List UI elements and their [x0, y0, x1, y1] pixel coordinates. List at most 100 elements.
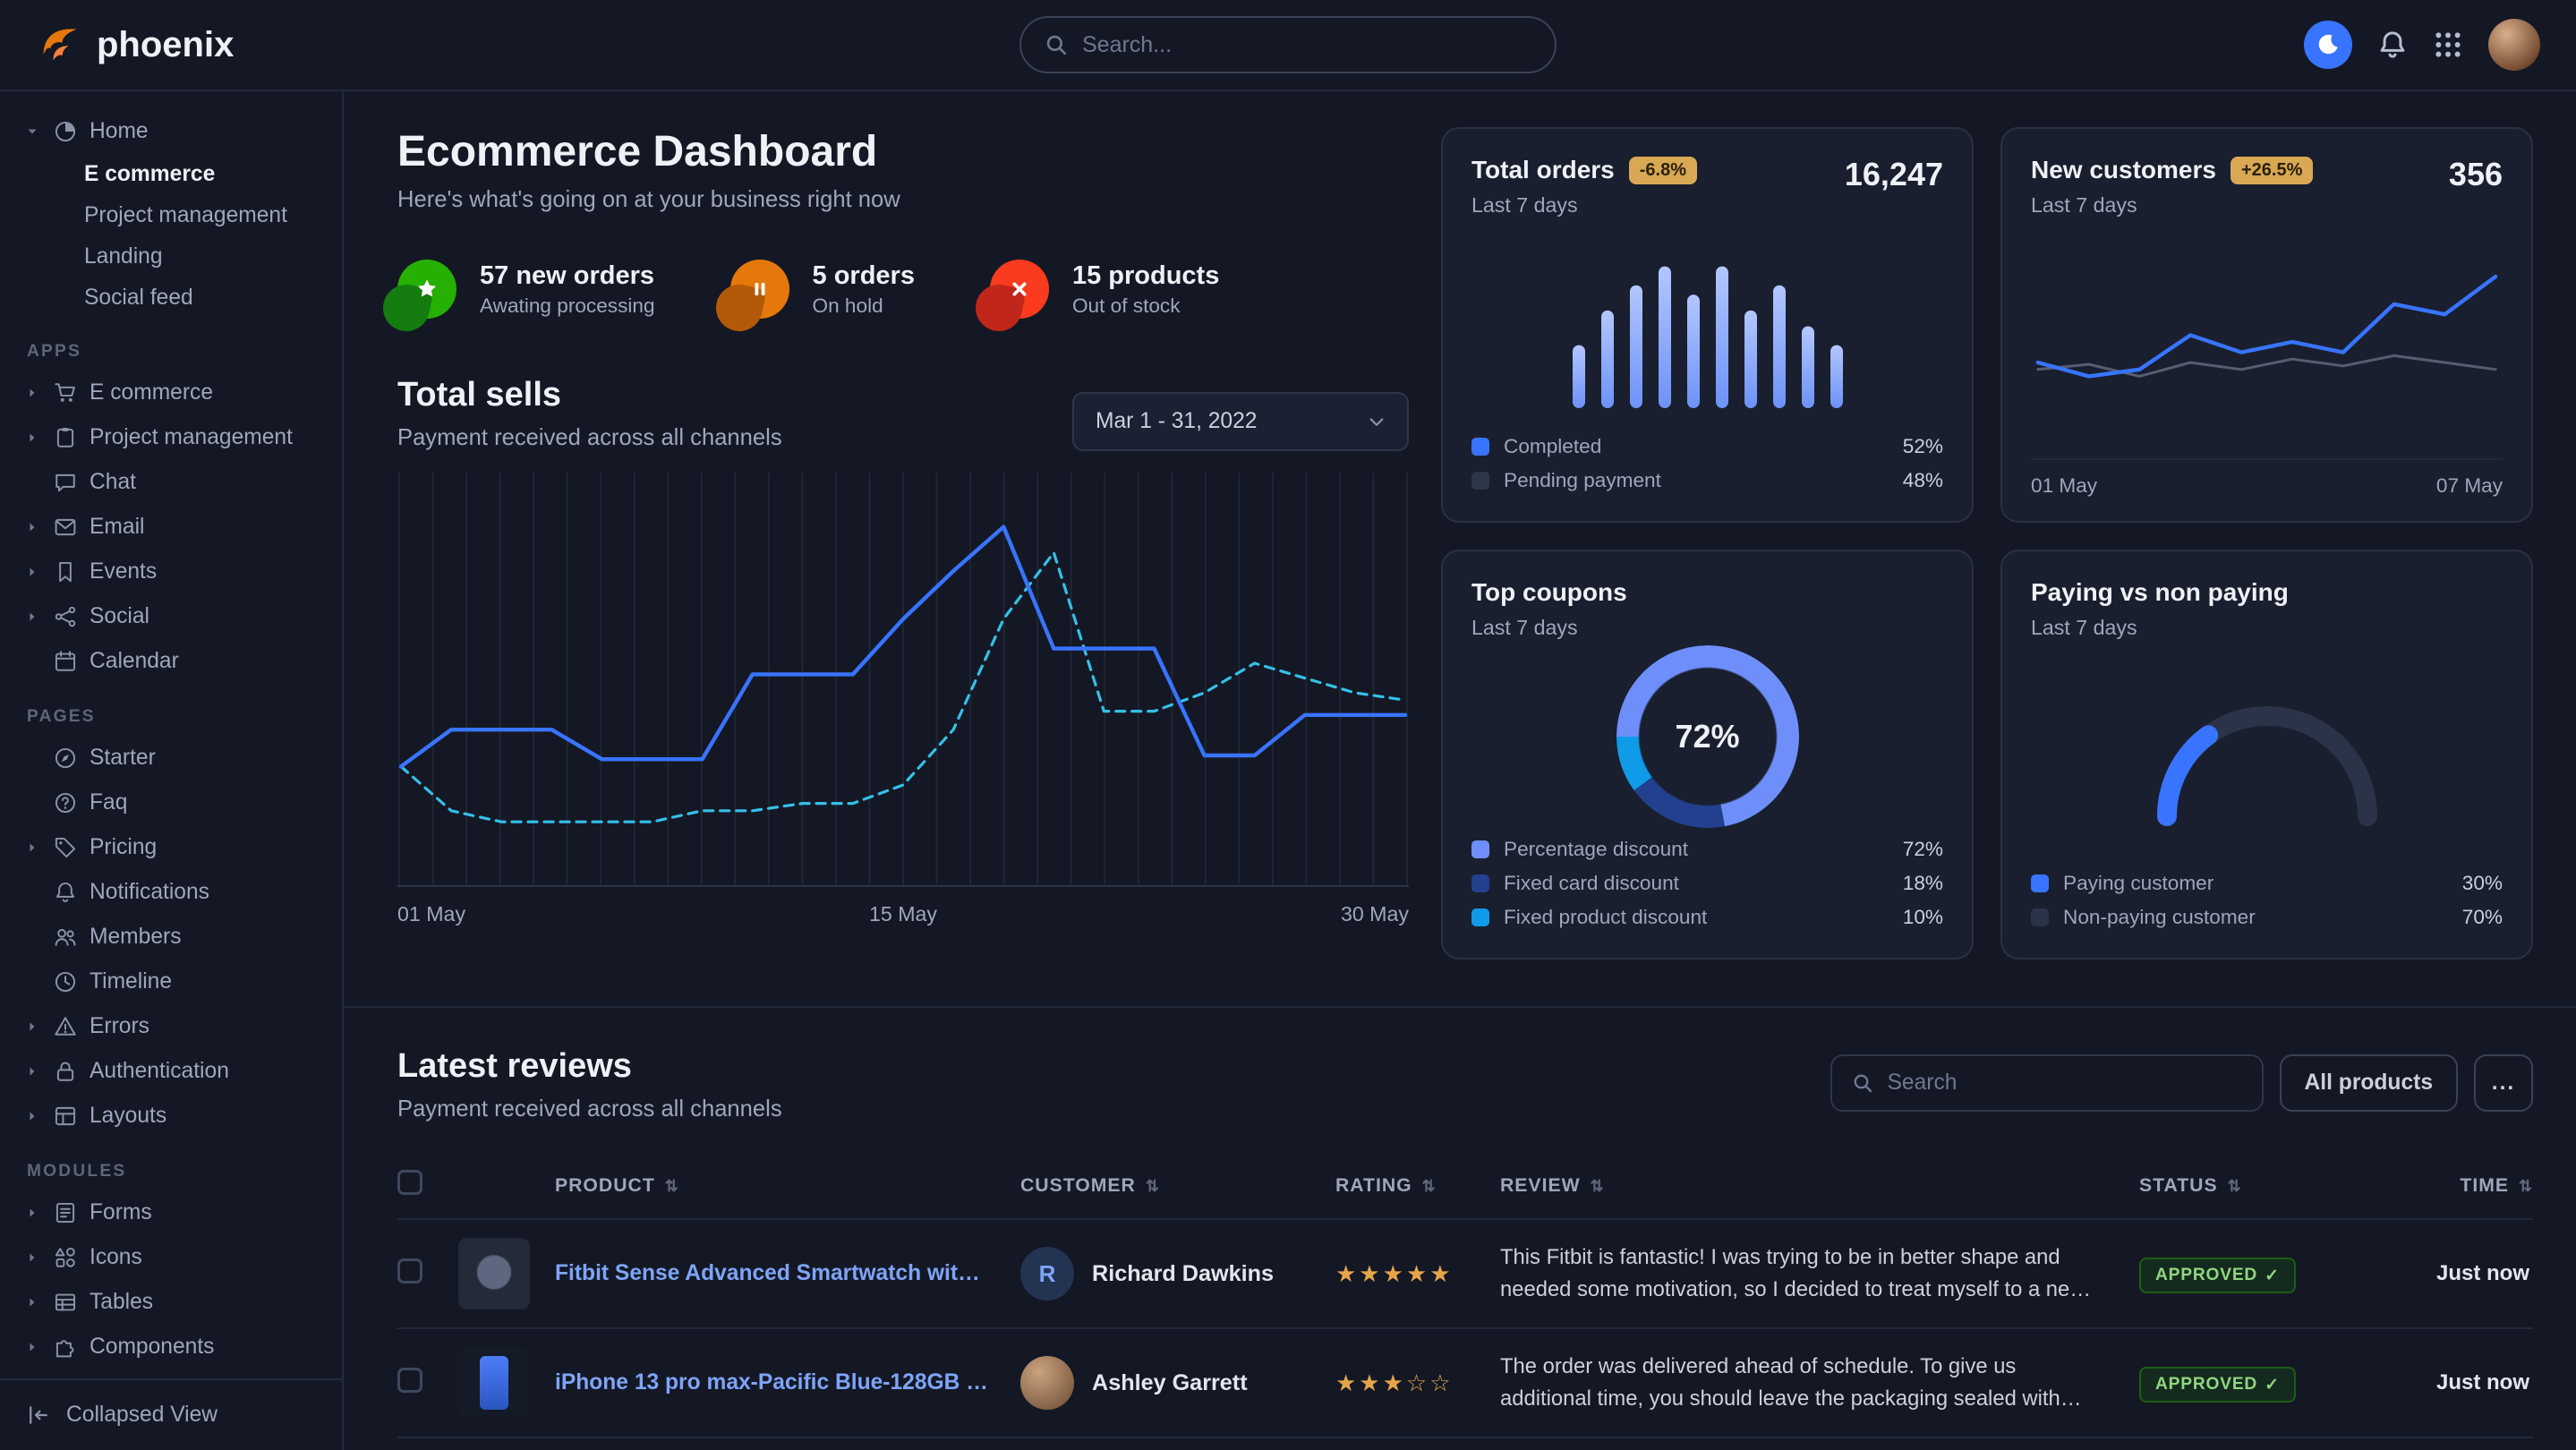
column-header-rating[interactable]: RATING ⇅ [1335, 1175, 1500, 1197]
pie-icon [54, 120, 77, 143]
caret-right-icon [25, 520, 41, 534]
review-text: This Fitbit is fantastic! I was trying t… [1500, 1241, 2139, 1305]
new-customers-line-chart [2031, 218, 2503, 458]
sidebar-item-starter[interactable]: Starter [25, 736, 324, 780]
date-range-select[interactable]: Mar 1 - 31, 2022 [1072, 392, 1409, 451]
legend-label: Non-paying customer [2063, 906, 2256, 929]
sidebar-item-email[interactable]: Email [25, 505, 324, 550]
sidebar-item-forms[interactable]: Forms [25, 1190, 324, 1235]
topbar-actions [2304, 19, 2540, 71]
sidebar-item-members[interactable]: Members [25, 915, 324, 960]
collapse-sidebar-button[interactable]: Collapsed View [0, 1378, 342, 1450]
card-period: Last 7 days [1471, 193, 1697, 218]
card-title: Top coupons [1471, 578, 1627, 607]
sidebar-item-social-feed[interactable]: Social feed [25, 277, 324, 319]
pause-icon [730, 260, 789, 319]
legend-label: Pending payment [1504, 469, 1661, 492]
grid-icon [2433, 30, 2463, 60]
sidebar-item-icons[interactable]: Icons [25, 1235, 324, 1280]
reviews-search-input[interactable] [1888, 1070, 2242, 1096]
sidebar-item-timeline[interactable]: Timeline [25, 960, 324, 1004]
column-header-time[interactable]: TIME ⇅ [2383, 1175, 2533, 1197]
x-icon [990, 260, 1049, 319]
row-checkbox[interactable] [397, 1258, 422, 1284]
chevron-down-icon [1368, 413, 1386, 431]
notifications-button[interactable] [2377, 30, 2408, 60]
sidebar-item-errors[interactable]: Errors [25, 1004, 324, 1049]
legend-item: Fixed card discount18% [1471, 866, 1943, 900]
x-axis-label: 01 May [2031, 474, 2097, 498]
column-header-customer[interactable]: CUSTOMER ⇅ [1020, 1175, 1335, 1197]
card-title: Total orders [1471, 156, 1615, 184]
review-time: Just now [2383, 1261, 2533, 1286]
legend-swatch [2031, 874, 2049, 892]
all-products-button[interactable]: All products [2280, 1054, 2458, 1112]
mail-icon [54, 516, 77, 539]
brand-name: phoenix [97, 25, 234, 65]
customer-cell: RRichard Dawkins [1020, 1247, 1335, 1301]
sidebar-section-modules: MODULES [27, 1162, 324, 1181]
sidebar-item-authentication[interactable]: Authentication [25, 1049, 324, 1094]
legend-swatch [1471, 908, 1489, 926]
sidebar-item-pricing[interactable]: Pricing [25, 825, 324, 870]
sidebar-item-components[interactable]: Components [25, 1325, 324, 1369]
apps-grid-button[interactable] [2433, 30, 2463, 60]
search-input[interactable] [1082, 32, 1531, 58]
caret-right-icon [25, 1340, 41, 1354]
page-title: Ecommerce Dashboard [397, 127, 1409, 176]
sidebar-item-notifications[interactable]: Notifications [25, 870, 324, 915]
sidebar-item-faq[interactable]: Faq [25, 780, 324, 825]
column-header-status[interactable]: STATUS ⇅ [2139, 1175, 2383, 1197]
sidebar-item-e-commerce[interactable]: E commerce [25, 371, 324, 415]
sidebar-item-social[interactable]: Social [25, 594, 324, 639]
column-header-review[interactable]: REVIEW ⇅ [1500, 1175, 2139, 1197]
legend-label: Percentage discount [1504, 838, 1688, 861]
legend-swatch [1471, 840, 1489, 858]
topbar: phoenix [0, 0, 2576, 91]
sidebar-item-project-management[interactable]: Project management [25, 195, 324, 236]
legend-label: Fixed product discount [1504, 906, 1707, 929]
legend-item: Percentage discount72% [1471, 832, 1943, 866]
sidebar-item-e-commerce[interactable]: E commerce [25, 154, 324, 195]
theme-toggle-button[interactable] [2304, 21, 2352, 69]
paying-gauge-chart [2031, 640, 2503, 866]
sidebar-item-project-management[interactable]: Project management [25, 415, 324, 460]
product-link[interactable]: iPhone 13 pro max-Pacific Blue-128GB sto… [555, 1370, 1020, 1395]
shapes-icon [54, 1246, 77, 1269]
sidebar-item-tables[interactable]: Tables [25, 1280, 324, 1325]
user-avatar[interactable] [2488, 19, 2540, 71]
sidebar-item-calendar[interactable]: Calendar [25, 639, 324, 684]
sidebar-item-home[interactable]: Home [25, 109, 324, 154]
page-subtitle: Here's what's going on at your business … [397, 187, 1409, 213]
product-image [458, 1238, 530, 1309]
legend-item: Pending payment48% [1471, 464, 1943, 498]
chat-icon [54, 471, 77, 494]
sidebar-section-apps: APPS [27, 342, 324, 362]
legend-item: Fixed product discount10% [1471, 900, 1943, 934]
stat-caption: Awating processing [480, 294, 655, 318]
product-link[interactable]: Fitbit Sense Advanced Smartwatch with To… [555, 1261, 1020, 1286]
table-row [397, 1437, 2533, 1450]
card-value: 16,247 [1845, 156, 1943, 193]
customer-avatar: R [1020, 1247, 1074, 1301]
table-header: PRODUCT ⇅CUSTOMER ⇅RATING ⇅REVIEW ⇅STATU… [397, 1158, 2533, 1218]
more-options-button[interactable]: ... [2474, 1054, 2533, 1112]
card-title: Paying vs non paying [2031, 578, 2289, 607]
customer-name: Ashley Garrett [1092, 1370, 1248, 1396]
total-sells-title: Total sells [397, 376, 782, 414]
review-text: The order was delivered ahead of schedul… [1500, 1351, 2139, 1414]
sidebar-item-chat[interactable]: Chat [25, 460, 324, 505]
brand[interactable]: phoenix [36, 21, 234, 68]
topbar-search [1019, 16, 1557, 73]
column-header-product[interactable]: PRODUCT ⇅ [555, 1175, 1020, 1197]
select-all-checkbox[interactable] [397, 1170, 422, 1195]
sidebar-item-layouts[interactable]: Layouts [25, 1094, 324, 1139]
status-badge: APPROVED ✓ [2139, 1258, 2296, 1293]
sidebar-item-landing[interactable]: Landing [25, 236, 324, 277]
stat-value: 57 new orders [480, 261, 655, 291]
main-content: Ecommerce Dashboard Here's what's going … [344, 91, 2576, 1450]
legend-item: Paying customer30% [2031, 866, 2503, 900]
sidebar-item-events[interactable]: Events [25, 550, 324, 594]
row-checkbox[interactable] [397, 1368, 422, 1393]
dashboard-top-section: Ecommerce Dashboard Here's what's going … [344, 91, 2576, 960]
